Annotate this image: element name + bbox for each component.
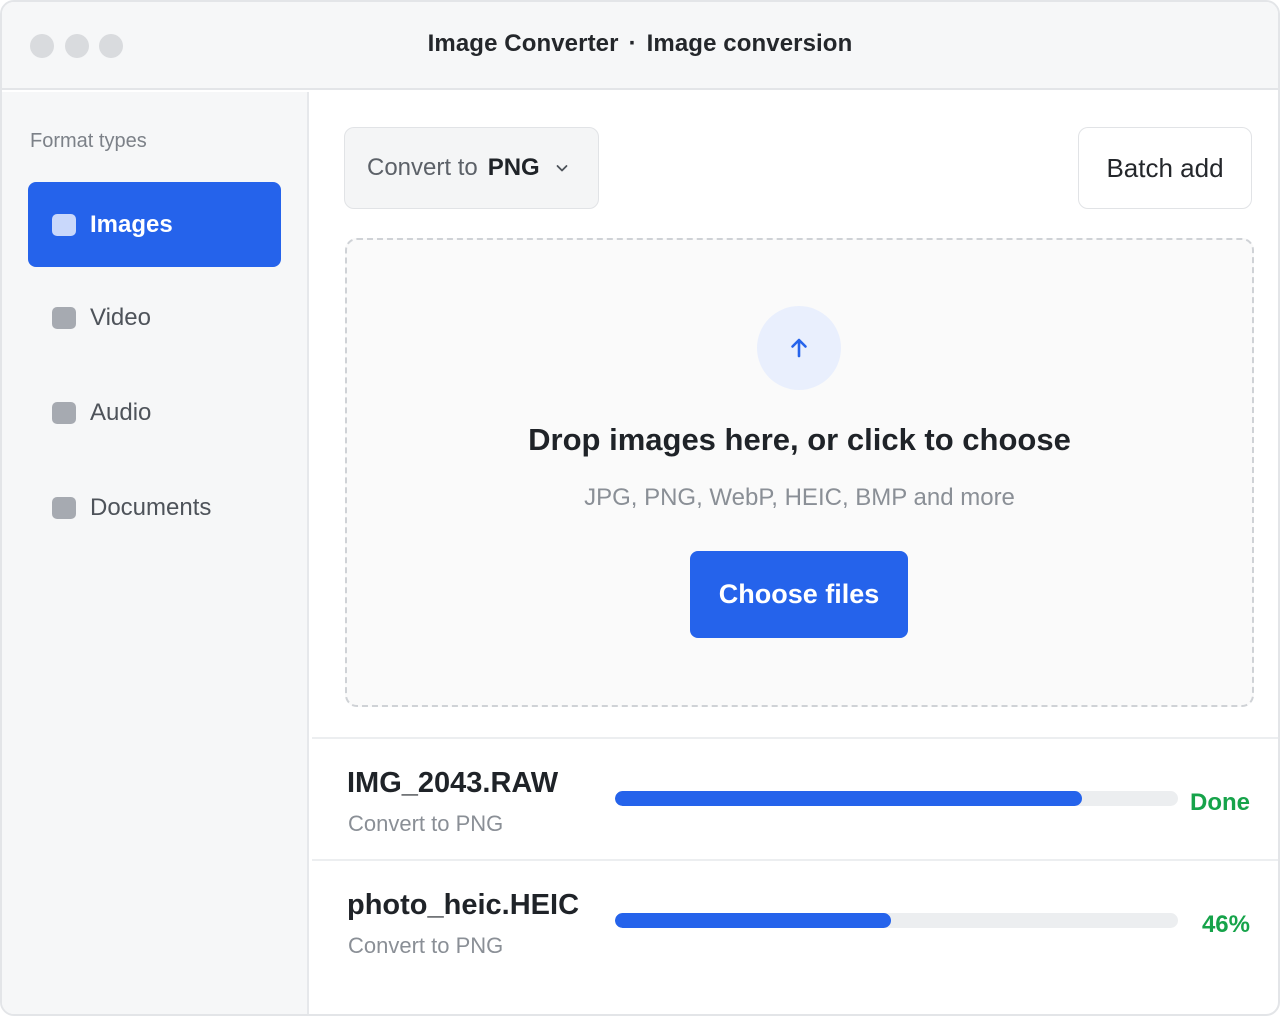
file-name: photo_heic.HEIC bbox=[347, 889, 580, 921]
drop-zone-subtitle: JPG, PNG, WebP, HEIC, BMP and more bbox=[584, 484, 1015, 511]
documents-icon bbox=[52, 496, 76, 519]
file-row[interactable]: IMG_2043.RAW Convert to PNG Done bbox=[312, 737, 1278, 859]
file-conversion-target: Convert to PNG bbox=[348, 933, 504, 958]
drop-zone[interactable]: Drop images here, or click to choose JPG… bbox=[345, 238, 1254, 707]
convert-format-select[interactable]: Convert to PNG bbox=[344, 127, 599, 209]
window-title: Image Converter · Image conversion bbox=[2, 30, 1278, 58]
arrow-up-icon bbox=[791, 338, 807, 358]
progress-fill bbox=[615, 913, 891, 928]
section-name: Image conversion bbox=[646, 30, 853, 57]
convert-prefix: Convert to bbox=[367, 154, 478, 181]
convert-format-value: PNG bbox=[487, 154, 540, 181]
sidebar-item-audio[interactable]: Audio bbox=[28, 370, 281, 455]
file-row[interactable]: photo_heic.HEIC Convert to PNG 46% bbox=[312, 859, 1278, 981]
file-name: IMG_2043.RAW bbox=[347, 767, 559, 799]
title-bar: Image Converter · Image conversion bbox=[2, 2, 1278, 90]
sidebar-item-label: Images bbox=[90, 210, 173, 238]
sidebar-item-images[interactable]: Images bbox=[28, 182, 281, 267]
sidebar-item-label: Documents bbox=[90, 493, 212, 521]
chevron-down-icon bbox=[556, 165, 568, 172]
file-conversion-target: Convert to PNG bbox=[348, 811, 504, 836]
file-status: 46% bbox=[1201, 911, 1250, 938]
progress-bar bbox=[615, 913, 1178, 928]
video-icon bbox=[52, 306, 76, 329]
sidebar-heading: Format types bbox=[30, 130, 147, 152]
upload-icon-wrapper bbox=[757, 306, 841, 390]
file-status: Done bbox=[1190, 789, 1250, 816]
app-window: Image Converter · Image conversion Format … bbox=[0, 0, 1280, 1016]
sidebar-item-video[interactable]: Video bbox=[28, 275, 281, 360]
sidebar-item-label: Video bbox=[90, 303, 151, 331]
title-separator: · bbox=[628, 30, 637, 57]
sidebar-item-label: Audio bbox=[90, 398, 152, 426]
sidebar-item-documents[interactable]: Documents bbox=[28, 465, 281, 550]
progress-bar bbox=[615, 791, 1178, 806]
drop-zone-title: Drop images here, or click to choose bbox=[528, 422, 1071, 457]
images-icon bbox=[52, 213, 76, 236]
choose-files-button[interactable]: Choose files bbox=[690, 551, 908, 638]
audio-icon bbox=[52, 401, 76, 424]
batch-add-button[interactable]: Batch add bbox=[1078, 127, 1252, 209]
app-name: Image Converter bbox=[427, 30, 619, 57]
progress-fill bbox=[615, 791, 1083, 806]
